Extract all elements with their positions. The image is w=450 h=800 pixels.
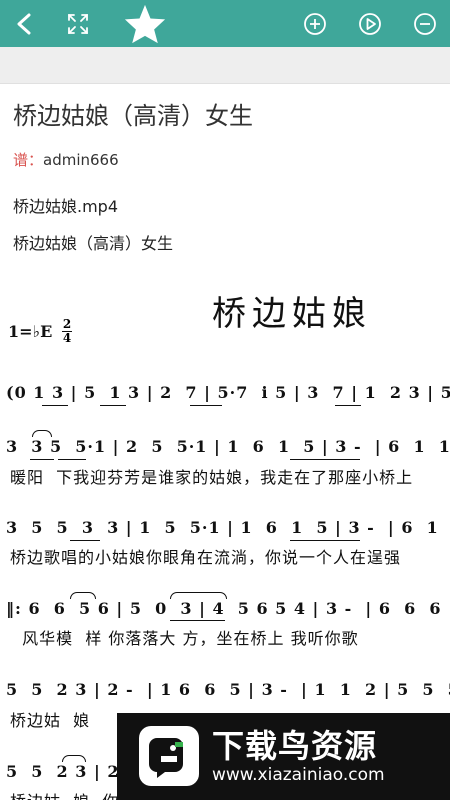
beam-mark xyxy=(70,540,100,542)
lyrics-line-2: 暖阳 下我迎芬芳是谁家的姑娘，我走在了那座小桥上 xyxy=(10,468,414,487)
time-sig-bottom: 4 xyxy=(62,331,72,345)
time-sig-top: 2 xyxy=(62,317,72,331)
slur-mark xyxy=(62,755,86,762)
author-row: 谱：admin666 xyxy=(13,149,119,170)
time-signature: 2 4 xyxy=(62,318,72,345)
notation-line-3: 3 5 5 3 3 | 1 5 5·1 | 1 6 1 5 | 3 - | 6 … xyxy=(6,518,439,537)
notation-line-1: (0 1 3 | 5 1 3 | 2 7 | 5·7 i 5 | 3 7 | 1… xyxy=(6,383,450,402)
slur-mark xyxy=(32,430,52,437)
notation-line-4: ‖: 6 6 5 6 | 5 0 3 | 4 5 6 5 4 | 3 - | 6… xyxy=(6,599,450,618)
beam-mark xyxy=(290,540,360,542)
slur-mark xyxy=(170,592,227,599)
fullscreen-icon[interactable] xyxy=(64,0,92,47)
page-title: 桥边姑娘（高清）女生 xyxy=(13,102,253,130)
beam-mark xyxy=(100,405,126,407)
top-toolbar xyxy=(0,0,450,47)
watermark-title: 下载鸟资源 xyxy=(212,727,378,765)
beam-mark xyxy=(335,405,361,407)
attachment-link-score[interactable]: 桥边姑娘（高清）女生 xyxy=(13,230,173,254)
play-icon[interactable] xyxy=(356,0,384,47)
song-title: 桥边姑娘 xyxy=(212,294,372,334)
toolbar-spacer xyxy=(0,47,450,84)
author-name[interactable]: admin666 xyxy=(43,151,119,169)
lyrics-line-3: 桥边歌唱的小姑娘你眼角在流淌，你说一个人在逞强 xyxy=(10,548,402,567)
lyrics-line-5: 桥边姑 娘 xyxy=(10,711,91,730)
zoom-in-icon[interactable] xyxy=(301,0,329,47)
attachment-link-mp4[interactable]: 桥边姑娘.mp4 xyxy=(13,193,118,217)
author-label: 谱： xyxy=(13,151,44,169)
zoom-out-icon[interactable] xyxy=(411,0,439,47)
notation-line-5: 5 5 2 3 | 2 - | 1 6 6 5 | 3 - | 1 1 2 | … xyxy=(6,680,450,699)
watermark-banner: 下载鸟资源 www.xiazainiao.com xyxy=(117,713,450,800)
slur-mark xyxy=(70,592,96,599)
beam-mark xyxy=(190,405,222,407)
beam-mark xyxy=(58,459,86,461)
star-icon[interactable] xyxy=(120,0,170,47)
beam-mark xyxy=(170,620,225,622)
lyrics-line-4: 风华模 样 你落落大 方，坐在桥上 我听你歌 xyxy=(10,629,359,648)
key-signature: 1=♭E xyxy=(8,322,53,341)
bird-logo-icon xyxy=(139,726,199,786)
back-arrow-icon[interactable] xyxy=(10,0,38,47)
watermark-url: www.xiazainiao.com xyxy=(212,765,385,785)
notation-line-2: 3 3 5 5·1 | 2 5 5·1 | 1 6 1 5 | 3 - | 6 … xyxy=(6,437,450,456)
beam-mark xyxy=(30,459,54,461)
beam-mark xyxy=(290,459,360,461)
beam-mark xyxy=(42,405,68,407)
